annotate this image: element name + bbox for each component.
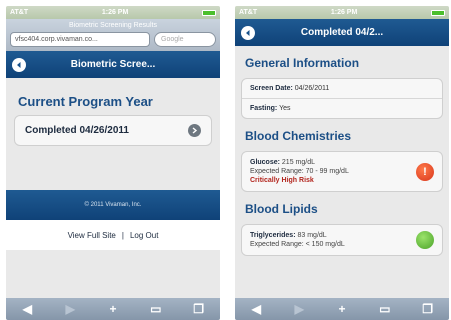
fasting-row: Fasting: Yes	[242, 99, 442, 118]
phone-left: AT&T 1:26 PM Biometric Screening Results…	[6, 6, 220, 320]
glucose-flag: Critically High Risk	[250, 177, 314, 184]
add-bookmark-button[interactable]: +	[101, 302, 125, 316]
bookmarks-button[interactable]: ▭	[373, 302, 397, 316]
back-button[interactable]	[241, 25, 255, 40]
carrier-label: AT&T	[239, 9, 258, 16]
screen-date-row: Screen Date: 04/26/2011	[242, 79, 442, 99]
screen-date-value: 04/26/2011	[294, 85, 330, 92]
nav-bar: Completed 04/2...	[235, 19, 449, 46]
back-button[interactable]	[12, 57, 26, 72]
view-full-site-link[interactable]: View Full Site	[68, 231, 116, 240]
pages-button[interactable]: ❐	[416, 302, 440, 316]
nav-title: Completed 04/2...	[300, 27, 384, 38]
glucose-range: Expected Range: 70 - 99 mg/dL	[250, 168, 349, 175]
log-out-link[interactable]: Log Out	[130, 231, 158, 240]
browser-page-title: Biometric Screening Results	[69, 22, 157, 29]
ok-status-icon	[416, 231, 434, 249]
add-bookmark-button[interactable]: +	[330, 302, 354, 316]
general-info-card: Screen Date: 04/26/2011 Fasting: Yes	[241, 78, 443, 119]
triglycerides-text: Triglycerides: 83 mg/dL Expected Range: …	[250, 231, 345, 249]
main-content: Current Program Year Completed 04/26/201…	[6, 78, 220, 146]
alert-icon: !	[416, 162, 434, 181]
footer-copyright: © 2011 Vivaman, Inc.	[6, 190, 220, 220]
nav-bar: Biometric Scree...	[6, 51, 220, 78]
forward-nav-button[interactable]: ▶	[287, 302, 311, 316]
browser-toolbar: ◀ ▶ + ▭ ❐	[235, 298, 449, 320]
glucose-text: Glucose: 215 mg/dL Expected Range: 70 - …	[250, 158, 349, 185]
triglycerides-card[interactable]: Triglycerides: 83 mg/dL Expected Range: …	[241, 224, 443, 256]
battery-icon	[202, 9, 216, 16]
fasting-label: Fasting:	[250, 105, 278, 112]
clock: 1:26 PM	[101, 9, 129, 16]
triglycerides-range: Expected Range: < 150 mg/dL	[250, 241, 345, 248]
triglycerides-label: Triglycerides:	[250, 232, 296, 239]
carrier-label: AT&T	[10, 9, 29, 16]
browser-toolbar: ◀ ▶ + ▭ ❐	[6, 298, 220, 320]
blood-chemistries-heading: Blood Chemistries	[245, 129, 352, 143]
blood-lipids-heading: Blood Lipids	[245, 202, 318, 216]
phone-right: AT&T 1:26 PM Completed 04/2... General I…	[235, 6, 449, 320]
clock: 1:26 PM	[330, 9, 358, 16]
fasting-value: Yes	[279, 105, 291, 112]
glucose-card[interactable]: Glucose: 215 mg/dL Expected Range: 70 - …	[241, 151, 443, 192]
chevron-right-icon	[188, 124, 201, 137]
main-content: General Information Screen Date: 04/26/2…	[235, 56, 449, 256]
general-info-heading: General Information	[245, 56, 360, 70]
back-nav-button[interactable]: ◀	[244, 302, 268, 316]
pages-button[interactable]: ❐	[187, 302, 211, 316]
url-field[interactable]: vfsc404.corp.vivaman.co...	[10, 32, 150, 47]
glucose-value: 215 mg/dL	[281, 159, 315, 166]
glucose-label: Glucose:	[250, 159, 280, 166]
back-arrow-icon	[246, 29, 250, 36]
program-year-item-label: Completed 04/26/2011	[25, 125, 129, 136]
search-field[interactable]: Google	[154, 32, 216, 47]
status-bar: AT&T 1:26 PM	[6, 6, 220, 19]
nav-title: Biometric Scree...	[70, 59, 156, 70]
link-separator: |	[121, 230, 124, 240]
status-bar: AT&T 1:26 PM	[235, 6, 449, 19]
section-heading: Current Program Year	[18, 94, 153, 109]
forward-nav-button[interactable]: ▶	[58, 302, 82, 316]
browser-chrome: Biometric Screening Results vfsc404.corp…	[6, 19, 220, 51]
battery-icon	[431, 9, 445, 16]
footer-links: View Full Site | Log Out	[6, 220, 220, 250]
bookmarks-button[interactable]: ▭	[144, 302, 168, 316]
back-nav-button[interactable]: ◀	[15, 302, 39, 316]
program-year-item[interactable]: Completed 04/26/2011	[14, 115, 212, 146]
screenshot-canvas: AT&T 1:26 PM Biometric Screening Results…	[0, 0, 451, 320]
screen-date-label: Screen Date:	[250, 85, 293, 92]
back-arrow-icon	[17, 61, 21, 68]
triglycerides-value: 83 mg/dL	[297, 232, 327, 239]
